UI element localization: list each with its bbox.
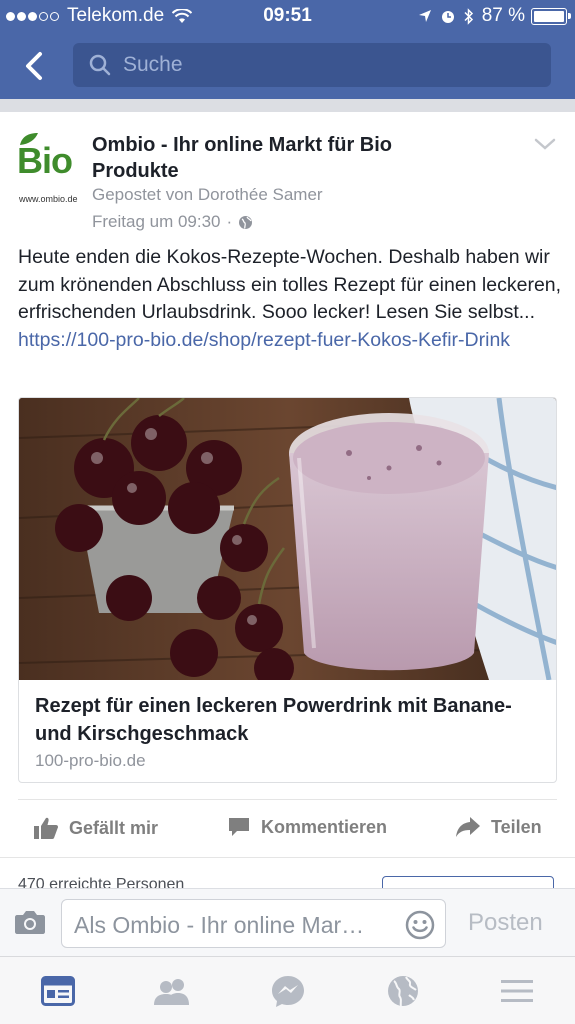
status-bar: Telekom.de 09:51 87 % bbox=[0, 0, 575, 34]
news-feed-icon[interactable] bbox=[38, 973, 78, 1009]
search-input[interactable]: Suche bbox=[73, 43, 551, 87]
share-button[interactable]: Teilen bbox=[455, 816, 542, 838]
search-icon bbox=[89, 54, 111, 76]
post-actions: Gefällt mir Kommentieren Teilen bbox=[0, 808, 575, 852]
comment-button[interactable]: Kommentieren bbox=[227, 816, 387, 838]
back-button[interactable] bbox=[14, 46, 54, 86]
feed-divider bbox=[0, 99, 575, 112]
comment-composer: Als Ombio - Ihr online Mar… Posten bbox=[0, 888, 575, 956]
status-right: 87 % bbox=[410, 5, 571, 27]
tab-bar bbox=[0, 956, 575, 1024]
bluetooth-icon bbox=[464, 7, 474, 25]
search-placeholder: Suche bbox=[123, 53, 183, 76]
comment-icon bbox=[229, 818, 249, 836]
page-name-link[interactable]: Ombio - Ihr online Markt für Bio Produkt… bbox=[92, 132, 472, 184]
post-time-separator: · bbox=[226, 212, 233, 231]
post-time-text: Freitag um 09:30 bbox=[92, 212, 221, 231]
page-avatar[interactable]: Bio www.ombio.de bbox=[17, 130, 81, 204]
top-bar: Telekom.de 09:51 87 % Suche bbox=[0, 0, 575, 99]
link-preview-image bbox=[19, 398, 556, 680]
post-time[interactable]: Freitag um 09:30 · bbox=[92, 212, 253, 232]
link-preview-domain: 100-pro-bio.de bbox=[35, 751, 146, 770]
posted-by: Gepostet von Dorothée Samer bbox=[92, 185, 323, 204]
emoji-icon[interactable] bbox=[405, 910, 435, 945]
logo-text: Bio bbox=[17, 140, 73, 181]
battery-icon bbox=[531, 7, 571, 25]
share-label: Teilen bbox=[491, 816, 542, 837]
logo-url: www.ombio.de bbox=[19, 194, 78, 204]
thumbs-up-icon bbox=[34, 817, 58, 839]
post-link[interactable]: https://100-pro-bio.de/shop/rezept-fuer-… bbox=[18, 329, 510, 351]
friends-icon[interactable] bbox=[152, 973, 192, 1009]
post-options-chevron-down-icon[interactable] bbox=[533, 136, 557, 152]
menu-icon[interactable] bbox=[497, 973, 537, 1009]
divider bbox=[18, 799, 557, 800]
messenger-icon[interactable] bbox=[268, 973, 308, 1009]
post-message-text: Heute enden die Kokos-Rezepte-Wochen. De… bbox=[18, 246, 562, 323]
like-label: Gefällt mir bbox=[69, 817, 159, 838]
post-message: Heute enden die Kokos-Rezepte-Wochen. De… bbox=[18, 244, 563, 354]
link-preview-card[interactable]: Rezept für einen leckeren Powerdrink mit… bbox=[18, 397, 557, 783]
post-header: Bio www.ombio.de Ombio - Ihr online Mark… bbox=[0, 112, 575, 240]
battery-percent: 87 % bbox=[481, 5, 525, 26]
globe-icon[interactable] bbox=[383, 973, 423, 1009]
post-comment-button[interactable]: Posten bbox=[468, 909, 543, 937]
comment-label: Kommentieren bbox=[261, 816, 388, 837]
link-preview-title: Rezept für einen leckeren Powerdrink mit… bbox=[35, 695, 512, 745]
location-arrow-icon bbox=[418, 9, 432, 23]
comment-input-placeholder: Als Ombio - Ihr online Mar… bbox=[74, 912, 365, 938]
camera-icon[interactable] bbox=[14, 909, 46, 940]
globe-privacy-icon bbox=[239, 215, 253, 229]
comment-input[interactable]: Als Ombio - Ihr online Mar… bbox=[61, 899, 446, 948]
share-arrow-icon bbox=[456, 817, 480, 837]
chevron-left-icon bbox=[26, 52, 42, 80]
like-button[interactable]: Gefällt mir bbox=[33, 816, 158, 840]
alarm-icon bbox=[440, 8, 456, 24]
divider bbox=[0, 857, 575, 858]
